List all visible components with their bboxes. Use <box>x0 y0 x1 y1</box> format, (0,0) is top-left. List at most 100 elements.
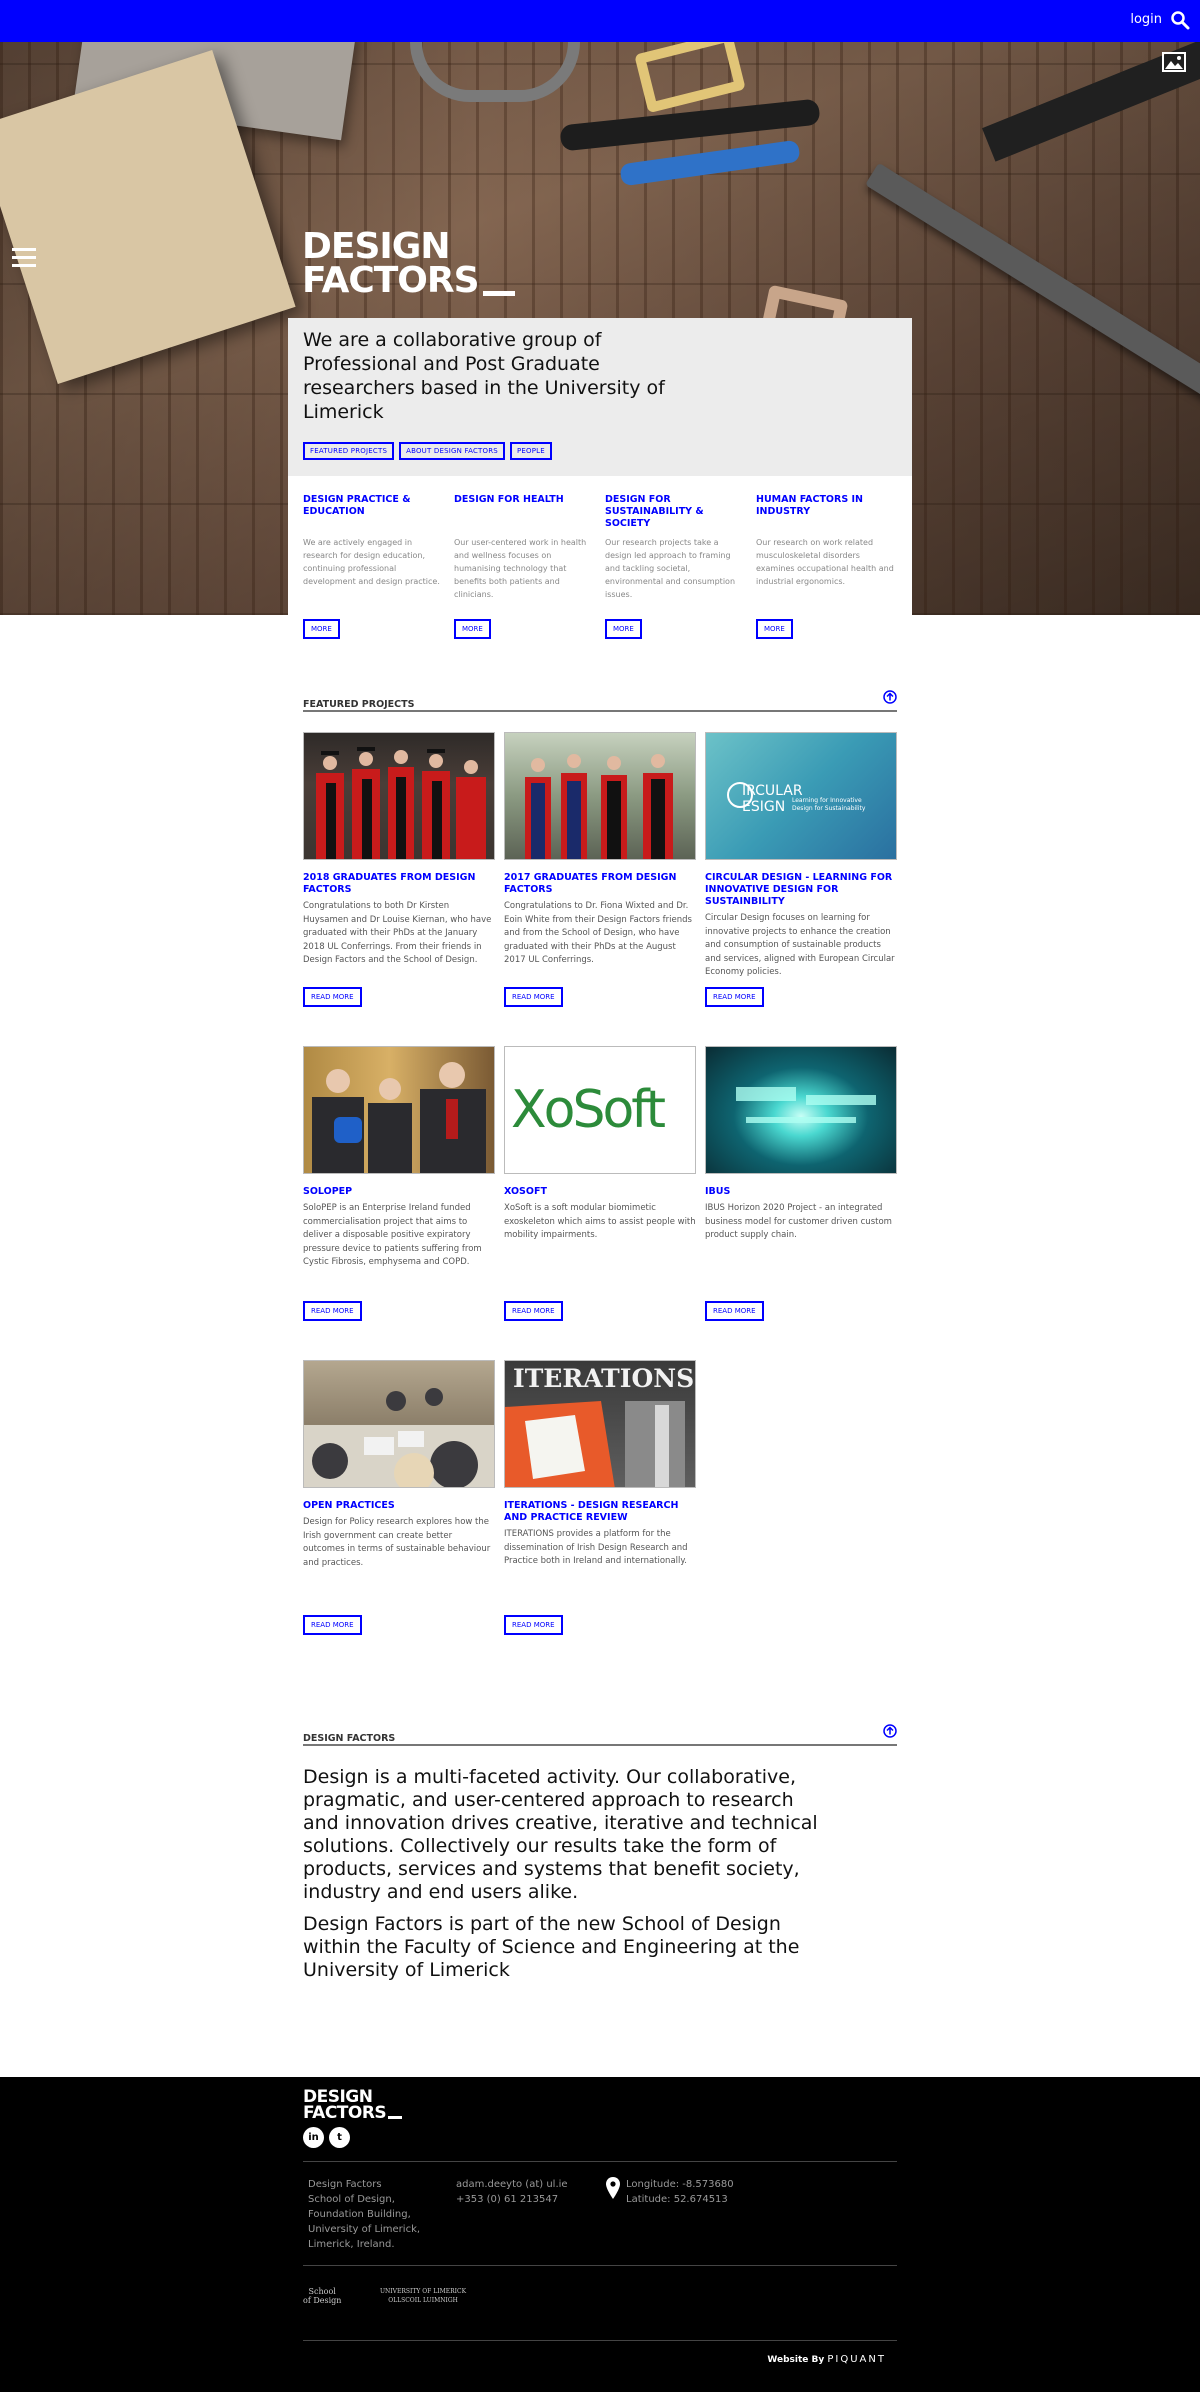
project-thumbnail[interactable] <box>303 732 495 860</box>
read-more-button[interactable]: READ MORE <box>303 987 362 1007</box>
footer-logo-line-2: FACTORS <box>303 2105 402 2122</box>
read-more-button[interactable]: READ MORE <box>303 1301 362 1321</box>
project-card: 2018 GRADUATES FROM DESIGN FACTORS Congr… <box>303 732 495 1007</box>
area-title[interactable]: HUMAN FACTORS IN INDUSTRY <box>756 494 896 532</box>
iterations-masthead: ITERATIONS <box>513 1364 694 1393</box>
menu-icon[interactable] <box>12 248 36 268</box>
image-icon[interactable] <box>1162 52 1186 72</box>
project-title[interactable]: 2017 GRADUATES FROM DESIGN FACTORS <box>504 872 696 896</box>
about-paragraph-1: Design is a multi-faceted activity. Our … <box>303 1766 818 1903</box>
featured-projects-button[interactable]: FEATURED PROJECTS <box>303 442 395 460</box>
area-design-practice: DESIGN PRACTICE & EDUCATION We are activ… <box>303 494 443 639</box>
project-thumbnail[interactable]: IRCULAR ESIGN Learning for Innovative De… <box>705 732 897 860</box>
project-text: SoloPEP is an Enterprise Ireland funded … <box>303 1203 482 1267</box>
project-title[interactable]: ITERATIONS - DESIGN RESEARCH AND PRACTIC… <box>504 1500 696 1524</box>
address-line: School of Design, <box>308 2194 395 2205</box>
project-title[interactable]: SOLOPEP <box>303 1186 495 1198</box>
university-of-limerick-logo[interactable]: UNIVERSITY OF LIMERICK OLLSCOIL LUIMNIGH <box>380 2287 466 2305</box>
partner-text: of Design <box>303 2296 342 2305</box>
project-thumbnail[interactable] <box>705 1046 897 1174</box>
area-title[interactable]: DESIGN PRACTICE & EDUCATION <box>303 494 443 532</box>
area-design-health: DESIGN FOR HEALTH Our user-centered work… <box>454 494 594 639</box>
project-title[interactable]: OPEN PRACTICES <box>303 1500 495 1512</box>
section-title: DESIGN FACTORS <box>303 1733 396 1744</box>
project-thumbnail[interactable] <box>303 1360 495 1488</box>
logo-line-2: FACTORS <box>302 263 515 299</box>
more-button[interactable]: MORE <box>605 619 642 639</box>
footer-logo[interactable]: DESIGN FACTORS <box>303 2089 402 2122</box>
scroll-up-icon[interactable] <box>883 1724 897 1738</box>
circular-sub-text-1: Learning for Innovative <box>792 797 862 804</box>
footer: DESIGN FACTORS in t Design Factors Schoo… <box>0 2077 1200 2392</box>
read-more-button[interactable]: READ MORE <box>504 1301 563 1321</box>
more-button[interactable]: MORE <box>454 619 491 639</box>
website-credit[interactable]: Website By PIQUANT <box>767 2354 886 2365</box>
area-human-factors: HUMAN FACTORS IN INDUSTRY Our research o… <box>756 494 896 639</box>
login-link[interactable]: login <box>1130 12 1162 27</box>
project-text: ITERATIONS provides a platform for the d… <box>504 1529 688 1566</box>
project-text: Congratulations to Dr. Fiona Wixted and … <box>504 901 692 965</box>
hero-photo-detail <box>865 162 1200 408</box>
project-title[interactable]: XOSOFT <box>504 1186 696 1198</box>
hero-photo-detail <box>619 139 801 187</box>
twitter-icon[interactable]: t <box>329 2127 350 2148</box>
partner-text: OLLSCOIL LUIMNIGH <box>388 2297 458 2304</box>
circular-logo-text-2: ESIGN <box>742 799 785 815</box>
address-line: University of Limerick, <box>308 2224 421 2235</box>
people-button[interactable]: PEOPLE <box>509 442 552 460</box>
location-pin-icon <box>606 2177 620 2199</box>
area-title[interactable]: DESIGN FOR HEALTH <box>454 494 594 532</box>
footer-divider <box>303 2265 897 2266</box>
area-text: Our research projects take a design led … <box>605 538 736 599</box>
footer-divider <box>303 2340 897 2341</box>
hero-photo-detail <box>410 42 580 102</box>
project-title[interactable]: IBUS <box>705 1186 897 1198</box>
project-text: Design for Policy research explores how … <box>303 1517 491 1568</box>
search-icon[interactable] <box>1170 10 1190 30</box>
address-line: Foundation Building, <box>308 2209 411 2220</box>
footer-coordinates: Longitude: -8.573680 Latitude: 52.674513 <box>626 2177 734 2207</box>
read-more-button[interactable]: READ MORE <box>504 1615 563 1635</box>
project-text: XoSoft is a soft modular biomimetic exos… <box>504 1203 696 1240</box>
site-logo[interactable]: DESIGN FACTORS <box>302 226 515 299</box>
scroll-up-icon[interactable] <box>883 690 897 704</box>
linkedin-icon[interactable]: in <box>303 2127 324 2148</box>
project-title[interactable]: 2018 GRADUATES FROM DESIGN FACTORS <box>303 872 495 896</box>
project-thumbnail[interactable] <box>303 1046 495 1174</box>
research-areas: DESIGN PRACTICE & EDUCATION We are activ… <box>288 476 912 656</box>
email-link[interactable]: adam.deeyto (at) ul.ie <box>456 2177 568 2192</box>
project-card: XoSoft XOSOFT XoSoft is a soft modular b… <box>504 1046 696 1321</box>
project-thumbnail[interactable]: ITERATIONS <box>504 1360 696 1488</box>
school-of-design-logo[interactable]: School of Design <box>303 2287 341 2305</box>
read-more-button[interactable]: READ MORE <box>504 987 563 1007</box>
project-text: Congratulations to both Dr Kirsten Huysa… <box>303 901 492 965</box>
project-card: IRCULAR ESIGN Learning for Innovative De… <box>705 732 897 1007</box>
section-title: FEATURED PROJECTS <box>303 699 415 710</box>
address-line: Limerick, Ireland. <box>308 2239 395 2250</box>
agency-logo: PIQUANT <box>827 2354 886 2365</box>
read-more-button[interactable]: READ MORE <box>705 987 764 1007</box>
hero-photo-detail <box>634 42 746 114</box>
project-text: IBUS Horizon 2020 Project - an integrate… <box>705 1203 892 1240</box>
partner-text: UNIVERSITY OF LIMERICK <box>380 2288 467 2295</box>
more-button[interactable]: MORE <box>303 619 340 639</box>
about-paragraph-2: Design Factors is part of the new School… <box>303 1913 800 1981</box>
xosoft-logo-text: XoSoft <box>511 1080 666 1140</box>
footer-address: Design Factors School of Design, Foundat… <box>308 2177 420 2252</box>
area-text: Our user-centered work in health and wel… <box>454 538 587 599</box>
intro-panel: We are a collaborative group of Professi… <box>288 318 912 476</box>
read-more-button[interactable]: READ MORE <box>705 1301 764 1321</box>
phone-link[interactable]: +353 (0) 61 213547 <box>456 2192 568 2207</box>
area-text: Our research on work related musculoskel… <box>756 538 894 586</box>
partner-text: School <box>308 2287 336 2296</box>
about-design-factors-button[interactable]: ABOUT DESIGN FACTORS <box>399 442 505 460</box>
read-more-button[interactable]: READ MORE <box>303 1615 362 1635</box>
project-title[interactable]: CIRCULAR DESIGN - LEARNING FOR INNOVATIV… <box>705 872 897 908</box>
area-title[interactable]: DESIGN FOR SUSTAINABILITY & SOCIETY <box>605 494 745 532</box>
project-thumbnail[interactable]: XoSoft <box>504 1046 696 1174</box>
more-button[interactable]: MORE <box>756 619 793 639</box>
project-thumbnail[interactable] <box>504 732 696 860</box>
footer-contact: adam.deeyto (at) ul.ie +353 (0) 61 21354… <box>456 2177 568 2207</box>
logo-line-1: DESIGN <box>302 226 450 267</box>
project-card: IBUS IBUS Horizon 2020 Project - an inte… <box>705 1046 897 1321</box>
